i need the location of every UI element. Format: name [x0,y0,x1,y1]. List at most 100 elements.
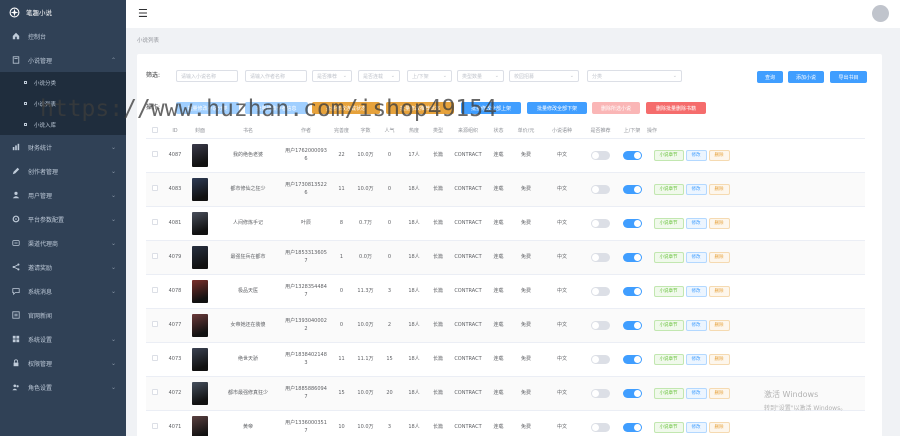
delete-button[interactable]: 删除 [708,251,730,263]
edit-button[interactable]: 修改 [685,421,707,433]
select-all-checkbox[interactable] [152,126,158,133]
chapter-button[interactable]: 小说章节 [653,251,684,263]
chapter-button[interactable]: 小说章节 [653,285,684,297]
shelf-toggle[interactable] [622,184,642,194]
header-status: 状态 [487,124,510,139]
sidebar-item-chart[interactable]: 财务统计 ⌄ [0,135,126,159]
chapter-button[interactable]: 小说章节 [653,149,684,161]
sidebar-subitem-0[interactable]: 小说分类 [0,72,126,93]
shelf-select[interactable]: 上/下架 ⌄ [407,70,452,82]
shelf-toggle[interactable] [622,354,642,364]
chapter-button[interactable]: 小说章节 [653,183,684,195]
cell-price: 免费 [510,172,542,207]
recommend-toggle[interactable] [591,150,610,160]
hamburger-icon[interactable]: ☰ [138,8,148,19]
delete-selected-button[interactable]: 删除所选小说 [592,102,640,114]
row-checkbox[interactable] [152,218,158,225]
batch-offshelf-button[interactable]: 批量修改全部下架 [527,102,587,114]
row-checkbox[interactable] [152,150,158,157]
sidebar-item-share[interactable]: 邀请奖励 ⌄ [0,255,126,279]
shelf-toggle[interactable] [622,320,642,330]
edit-button[interactable]: 修改 [685,387,707,399]
edit-button[interactable]: 修改 [685,217,707,229]
shelf-toggle[interactable] [622,388,642,398]
row-checkbox[interactable] [152,354,158,361]
header-id[interactable]: ID [164,124,186,139]
campus-select[interactable]: 校园招募 ⌄ [509,70,579,82]
chapter-button[interactable]: 小说章节 [653,217,684,229]
shelf-toggle[interactable] [622,252,642,262]
cell-lang: 中文 [542,240,582,275]
edit-button[interactable]: 修改 [685,183,707,195]
sidebar-item-system[interactable]: 系统设置 ⌄ [0,327,126,351]
cover-image [192,143,208,167]
row-checkbox[interactable] [152,184,158,191]
sidebar-item-book[interactable]: 小说管理 ⌃ [0,48,126,72]
table-row: 4073 绝世天骄 用户18384021483 11 11.1万 15 18人 长篇 CONTR… [146,342,865,377]
recommend-toggle[interactable] [591,422,610,432]
shelf-toggle[interactable] [622,422,642,432]
shelf-toggle[interactable] [622,150,642,160]
sidebar-item-pen[interactable]: 创作者管理 ⌄ [0,159,126,183]
chart-icon [11,143,20,152]
author-search-input[interactable]: 请输入作者名称 [245,70,307,82]
sidebar-item-role[interactable]: 角色设置 ⌄ [0,375,126,399]
export-button[interactable]: 导出书目 [830,71,867,83]
delete-button[interactable]: 删除 [708,217,730,229]
serial-select[interactable]: 是否连载 ⌄ [358,70,400,82]
header-select-all[interactable] [146,124,164,139]
search-button[interactable]: 查询 [757,71,783,83]
delete-button[interactable]: 删除 [708,149,730,161]
recommend-toggle[interactable] [591,388,610,398]
sidebar-item-message[interactable]: 系统消息 ⌄ [0,279,126,303]
recommend-toggle[interactable] [591,320,610,330]
chapter-button[interactable]: 小说章节 [653,387,684,399]
chapter-button[interactable]: 小说章节 [653,421,684,433]
edit-button[interactable]: 修改 [685,285,707,297]
title-search-input[interactable]: 请输入小说名称 [176,70,238,82]
edit-button[interactable]: 修改 [685,353,707,365]
cover-image [192,347,208,371]
cell-type: 长篇 [427,206,449,241]
cell-price: 免费 [510,376,542,411]
sidebar-subitem-label: 小说分类 [34,80,57,87]
chapter-button[interactable]: 小说章节 [653,319,684,331]
delete-button[interactable]: 删除 [708,353,730,365]
delete-button[interactable]: 删除 [708,285,730,297]
recommend-toggle[interactable] [591,218,610,228]
type-select[interactable]: 类型数量 ⌄ [457,70,504,82]
row-checkbox[interactable] [152,252,158,259]
edit-button[interactable]: 修改 [685,149,707,161]
recommend-select[interactable]: 是否推荐 ⌄ [312,70,352,82]
delete-button[interactable]: 删除 [708,387,730,399]
cell-title: 都市最强修真狂少 [214,376,282,411]
sidebar-item-news[interactable]: 官网新闻 [0,303,126,327]
cell-title: 绝世天骄 [214,342,282,377]
sidebar-item-lock[interactable]: 权限管理 ⌄ [0,351,126,375]
delete-button[interactable]: 删除 [708,183,730,195]
sidebar-item-user[interactable]: 用户管理 ⌄ [0,183,126,207]
sidebar-item-agent[interactable]: 渠道代理商 ⌄ [0,231,126,255]
recommend-toggle[interactable] [591,354,610,364]
sidebar-item-home[interactable]: 控制台 [0,24,126,48]
recommend-toggle[interactable] [591,252,610,262]
row-checkbox[interactable] [152,422,158,429]
recommend-toggle[interactable] [591,184,610,194]
row-checkbox[interactable] [152,320,158,327]
batch-delete-button[interactable]: 删除批量删除书籍 [646,102,706,114]
avatar[interactable] [872,5,889,22]
app-logo[interactable]: 笔趣小说 [0,0,126,24]
category-select[interactable]: 分类 ⌄ [587,70,682,82]
edit-button[interactable]: 修改 [685,251,707,263]
delete-button[interactable]: 删除 [708,421,730,433]
delete-button[interactable]: 删除 [708,319,730,331]
edit-button[interactable]: 修改 [685,319,707,331]
sidebar-item-settings[interactable]: 平台参数配置 ⌄ [0,207,126,231]
chapter-button[interactable]: 小说章节 [653,353,684,365]
shelf-toggle[interactable] [622,218,642,228]
add-novel-button[interactable]: 添加小说 [788,71,824,83]
row-checkbox[interactable] [152,286,158,293]
recommend-toggle[interactable] [591,286,610,296]
row-checkbox[interactable] [152,388,158,395]
shelf-toggle[interactable] [622,286,642,296]
